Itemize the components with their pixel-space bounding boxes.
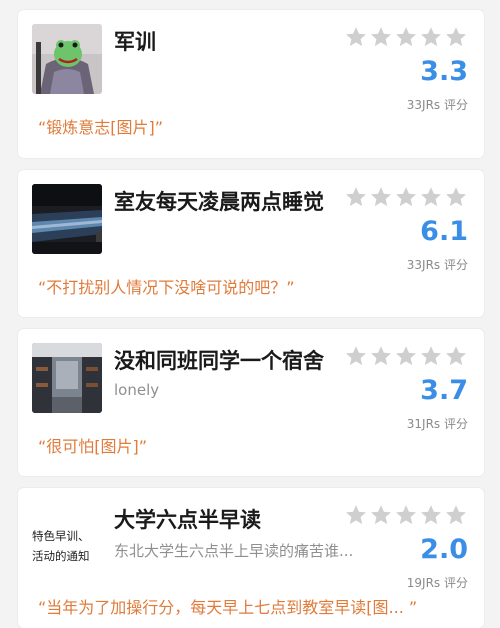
item-subtitle: lonely <box>114 381 160 399</box>
item-title[interactable]: 室友每天凌晨两点睡觉 <box>114 186 324 216</box>
star-icon[interactable] <box>369 25 393 49</box>
star-icon[interactable] <box>344 503 368 527</box>
item-thumbnail[interactable] <box>32 343 102 413</box>
star-icon[interactable] <box>419 503 443 527</box>
rating-card[interactable]: 特色早训、 活动的通知 大学六点半早读 东北大学生六点半上早读的痛苦谁... 2… <box>18 488 484 628</box>
star-rating[interactable] <box>344 503 468 527</box>
thumbnail-text-line: 特色早训、 <box>32 529 90 543</box>
star-rating[interactable] <box>344 344 468 368</box>
top-comment[interactable]: “不打扰别人情况下没啥可说的吧？” <box>38 274 295 298</box>
rating-card[interactable]: 室友每天凌晨两点睡觉 6.1 33JRs 评分 “不打扰别人情况下没啥可说的吧？… <box>18 170 484 317</box>
top-comment[interactable]: “锻炼意志[图片]” <box>38 114 163 138</box>
star-icon[interactable] <box>394 503 418 527</box>
star-icon[interactable] <box>444 185 468 209</box>
item-subtitle: 东北大学生六点半上早读的痛苦谁... <box>114 542 354 560</box>
star-icon[interactable] <box>369 503 393 527</box>
dormitory-corridor-photo-icon <box>32 343 102 413</box>
rating-score: 3.3 <box>420 56 468 87</box>
rating-count: 31JRs 评分 <box>406 417 468 431</box>
item-thumbnail[interactable] <box>32 24 102 94</box>
top-comment[interactable]: “当年为了加操行分，每天早上七点到教室早读[图... ” <box>38 594 417 618</box>
item-title[interactable]: 大学六点半早读 <box>114 504 261 534</box>
rating-card[interactable]: 没和同班同学一个宿舍 lonely 3.7 31JRs 评分 “很可怕[图片]” <box>18 329 484 476</box>
star-rating[interactable] <box>344 185 468 209</box>
star-icon[interactable] <box>444 25 468 49</box>
star-icon[interactable] <box>444 503 468 527</box>
star-icon[interactable] <box>394 344 418 368</box>
rating-score: 6.1 <box>420 216 468 247</box>
star-icon[interactable] <box>419 25 443 49</box>
green-frog-mask-photo-icon <box>32 24 102 94</box>
item-title[interactable]: 没和同班同学一个宿舍 <box>114 345 324 375</box>
star-icon[interactable] <box>419 185 443 209</box>
rating-count: 33JRs 评分 <box>406 98 468 112</box>
star-icon[interactable] <box>419 344 443 368</box>
rating-count: 33JRs 评分 <box>406 258 468 272</box>
item-thumbnail[interactable]: 特色早训、 活动的通知 <box>32 502 102 572</box>
rating-count: 19JRs 评分 <box>406 576 468 590</box>
star-icon[interactable] <box>344 344 368 368</box>
thumbnail-text-line: 活动的通知 <box>32 549 90 563</box>
star-icon[interactable] <box>344 185 368 209</box>
item-title[interactable]: 军训 <box>114 26 156 56</box>
star-rating[interactable] <box>344 25 468 49</box>
rating-score: 3.7 <box>420 375 468 406</box>
star-icon[interactable] <box>369 344 393 368</box>
star-icon[interactable] <box>394 25 418 49</box>
star-icon[interactable] <box>344 25 368 49</box>
rating-score: 2.0 <box>420 534 468 565</box>
notice-text-snippet-icon: 特色早训、 活动的通知 <box>32 502 102 572</box>
item-thumbnail[interactable] <box>32 184 102 254</box>
rating-card[interactable]: 军训 3.3 33JRs 评分 “锻炼意志[图片]” <box>18 10 484 158</box>
rating-list: 军训 3.3 33JRs 评分 “锻炼意志[图片]” 室友每天凌晨两点睡觉 6.… <box>0 0 500 628</box>
star-icon[interactable] <box>369 185 393 209</box>
star-icon[interactable] <box>394 185 418 209</box>
dark-window-night-photo-icon <box>32 184 102 254</box>
top-comment[interactable]: “很可怕[图片]” <box>38 433 147 457</box>
star-icon[interactable] <box>444 344 468 368</box>
